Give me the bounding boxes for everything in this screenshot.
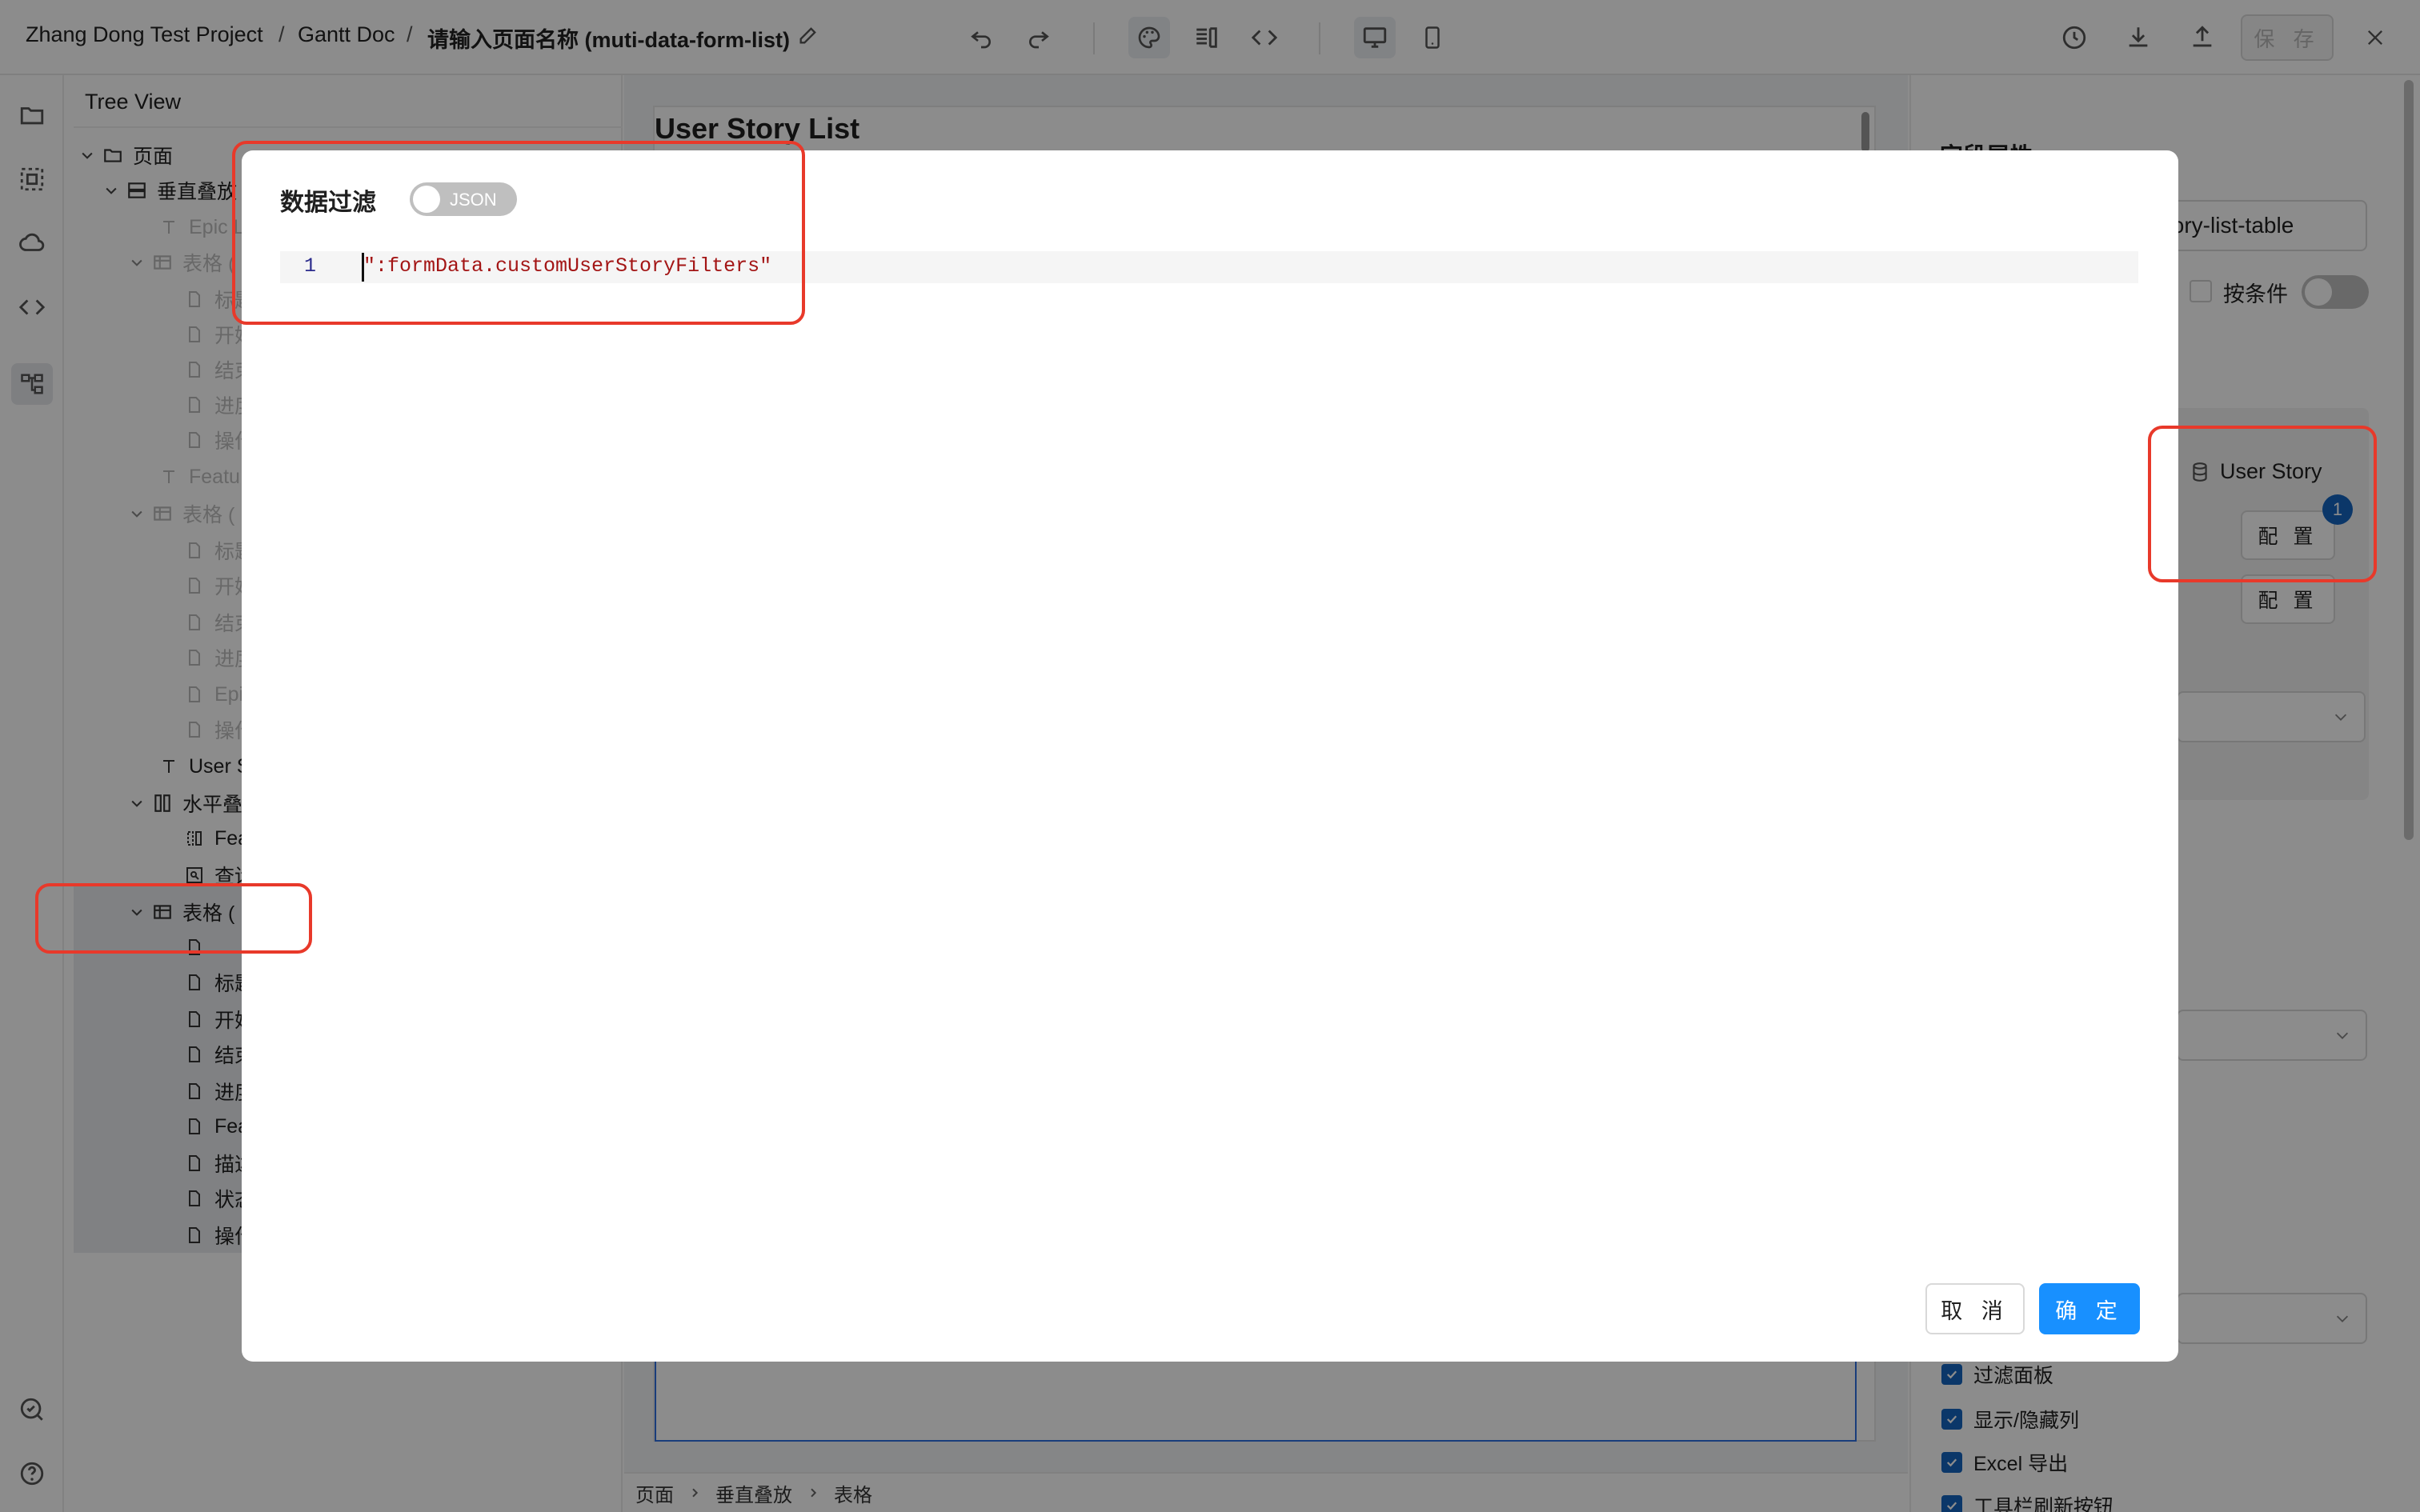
cancel-button[interactable]: 取 消 [1925, 1283, 2025, 1334]
data-filter-modal [242, 150, 2178, 1362]
highlight-box [232, 141, 805, 325]
highlight-box [2148, 426, 2377, 582]
highlight-box [35, 883, 312, 954]
confirm-button[interactable]: 确 定 [2039, 1283, 2140, 1334]
